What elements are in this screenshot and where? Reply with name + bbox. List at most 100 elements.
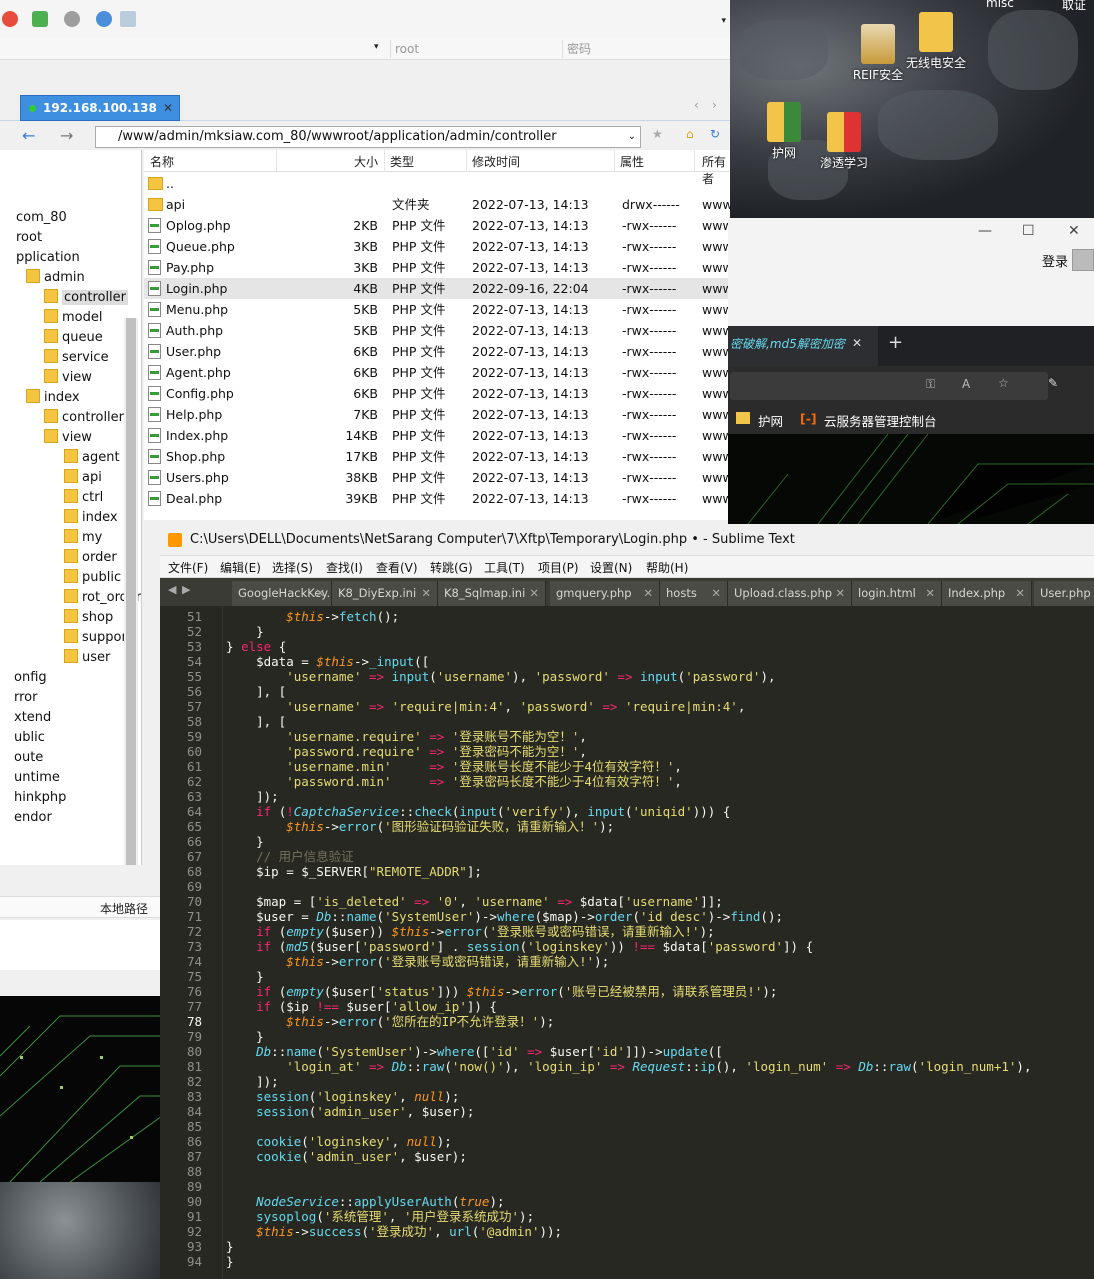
tree-item[interactable]: queue <box>44 328 103 348</box>
chevron-down-icon[interactable]: ▾ <box>721 16 726 26</box>
menu-item[interactable]: 查看(V) <box>376 559 418 576</box>
file-row[interactable]: Help.php 7KB PHP 文件 2022-07-13, 14:13 -rwx--… <box>144 404 730 425</box>
editor-tab[interactable]: K8_DiyExp.ini ✕ <box>332 581 438 606</box>
file-row[interactable]: Shop.php 17KB PHP 文件 2022-07-13, 14:13 -rwx-… <box>144 446 730 467</box>
tab-prev-icon[interactable]: ‹ <box>694 98 699 112</box>
minimize-button[interactable]: — <box>978 223 992 239</box>
tree-item[interactable]: onfig <box>14 668 47 688</box>
swirl-icon[interactable] <box>2 11 18 27</box>
col-divider[interactable] <box>384 150 385 172</box>
tree-item[interactable]: view <box>44 428 92 448</box>
close-icon[interactable]: ✕ <box>163 96 173 120</box>
tree-item[interactable]: model <box>44 308 102 328</box>
login-link[interactable]: 登录 <box>1042 251 1068 270</box>
file-row[interactable]: Users.php 38KB PHP 文件 2022-07-13, 14:13 -rwx… <box>144 467 730 488</box>
file-row[interactable]: Pay.php 3KB PHP 文件 2022-07-13, 14:13 -rwx---… <box>144 257 730 278</box>
chevron-down-icon[interactable]: ▾ <box>374 42 379 52</box>
editor-tab[interactable]: gmquery.php ✕ <box>550 581 660 606</box>
menu-item[interactable]: 项目(P) <box>538 559 579 576</box>
tree-scrollbar[interactable] <box>124 318 138 865</box>
close-icon[interactable]: ✕ <box>711 581 721 606</box>
menu-item[interactable]: 设置(N) <box>590 559 632 576</box>
path-input[interactable]: /www/admin/mksiaw.com_80/wwwroot/applica… <box>95 126 641 148</box>
xshell-icon[interactable] <box>32 11 48 27</box>
file-row[interactable]: .. <box>144 173 730 194</box>
editor-tab[interactable]: Upload.class.php ✕ <box>728 581 852 606</box>
bookmark-cloud-console[interactable]: 云服务器管理控制台 <box>824 411 937 430</box>
menu-item[interactable]: 选择(S) <box>272 559 313 576</box>
desktop-label-misc[interactable]: misc <box>986 0 1014 10</box>
close-icon[interactable]: ✕ <box>643 581 653 606</box>
tree-item[interactable]: agent <box>64 448 120 468</box>
tree-item[interactable]: controller <box>44 408 124 428</box>
col-size[interactable]: 大小 <box>354 153 378 170</box>
file-row[interactable]: Login.php 4KB PHP 文件 2022-09-16, 22:04 -rwx-… <box>144 278 730 299</box>
close-button[interactable]: ✕ <box>1068 223 1080 239</box>
file-row[interactable]: User.php 6KB PHP 文件 2022-07-13, 14:13 -rwx--… <box>144 341 730 362</box>
code-editor[interactable]: 51 $this->fetch(); 52 } 53} else {54 $data… <box>160 606 1094 1279</box>
tab-scroll-left-icon[interactable]: ◀ <box>168 583 176 596</box>
tree-item[interactable]: hinkphp <box>14 788 66 808</box>
col-divider[interactable] <box>276 150 277 172</box>
chevron-down-icon[interactable]: ⌄ <box>628 127 636 147</box>
editor-tab[interactable]: User.php <box>1034 581 1094 606</box>
tree-item[interactable]: index <box>64 508 118 528</box>
tree-item[interactable]: pplication <box>16 248 80 268</box>
desktop-icon-radio-security[interactable]: 无线电安全 <box>896 12 976 71</box>
close-icon[interactable]: ✕ <box>835 581 845 606</box>
menu-item[interactable]: 文件(F) <box>168 559 208 576</box>
editor-tab[interactable]: GoogleHackKey.in ✕ <box>232 581 332 606</box>
menu-item[interactable]: 工具(T) <box>484 559 525 576</box>
tree-item[interactable]: ctrl <box>64 488 103 508</box>
tab-scroll-right-icon[interactable]: ▶ <box>182 583 190 596</box>
close-icon[interactable]: ✕ <box>315 581 325 606</box>
file-row[interactable]: api 文件夹 2022-07-13, 14:13 drwx------ www <box>144 194 730 215</box>
favorite-add-icon[interactable]: ☆ <box>998 376 1009 390</box>
desktop-label-forensics[interactable]: 取证 <box>1062 0 1086 13</box>
tree-item[interactable]: ublic <box>14 728 45 748</box>
back-icon[interactable]: ← <box>22 126 35 145</box>
close-icon[interactable]: ✕ <box>852 336 862 350</box>
editor-tab[interactable]: login.html ✕ <box>852 581 942 606</box>
col-name[interactable]: 名称 <box>150 153 174 170</box>
col-type[interactable]: 类型 <box>390 153 414 170</box>
chat-icon[interactable] <box>120 11 136 27</box>
tree-item[interactable]: xtend <box>14 708 51 728</box>
file-row[interactable]: Deal.php 39KB PHP 文件 2022-07-13, 14:13 -rwx-… <box>144 488 730 509</box>
bookmark-huwang[interactable]: 护网 <box>758 411 783 430</box>
key-icon[interactable]: ⚿ <box>926 377 935 392</box>
editor-tab[interactable]: hosts ✕ <box>660 581 728 606</box>
tree-item[interactable]: controller <box>44 288 129 308</box>
col-divider[interactable] <box>694 150 695 172</box>
gear-icon[interactable] <box>64 11 80 27</box>
close-icon[interactable]: ✕ <box>421 581 431 606</box>
tab-next-icon[interactable]: › <box>712 98 717 112</box>
refresh-icon[interactable]: ↻ <box>710 127 720 141</box>
file-row[interactable]: Menu.php 5KB PHP 文件 2022-07-13, 14:13 -rwx--… <box>144 299 730 320</box>
close-icon[interactable]: ✕ <box>529 581 539 606</box>
file-row[interactable]: Queue.php 3KB PHP 文件 2022-07-13, 14:13 -rwx-… <box>144 236 730 257</box>
desktop-icon-pentest[interactable]: 渗透学习 <box>804 112 884 171</box>
tree-item[interactable]: view <box>44 368 92 388</box>
file-row[interactable]: Agent.php 6KB PHP 文件 2022-07-13, 14:13 -rwx-… <box>144 362 730 383</box>
tree-item[interactable]: endor <box>14 808 52 828</box>
menu-item[interactable]: 查找(I) <box>326 559 363 576</box>
tree-item[interactable]: api <box>64 468 102 488</box>
file-row[interactable]: Config.php 6KB PHP 文件 2022-07-13, 14:13 -rwx… <box>144 383 730 404</box>
avatar[interactable] <box>1072 249 1094 271</box>
local-path-header[interactable]: 本地路径 <box>100 900 148 917</box>
file-row[interactable]: Index.php 14KB PHP 文件 2022-07-13, 14:13 -rwx… <box>144 425 730 446</box>
close-icon[interactable]: ✕ <box>925 581 935 606</box>
col-divider[interactable] <box>466 150 467 172</box>
tree-item[interactable]: order <box>64 548 117 568</box>
col-mtime[interactable]: 修改时间 <box>472 153 520 170</box>
maximize-button[interactable]: ☐ <box>1022 223 1035 239</box>
tree-item[interactable]: service <box>44 348 109 368</box>
forward-icon[interactable]: → <box>60 126 73 145</box>
new-tab-icon[interactable]: + <box>888 332 903 353</box>
tree-item[interactable]: user <box>64 648 110 668</box>
password-field[interactable]: 密码 <box>562 40 728 58</box>
extension-icon[interactable]: ✎ <box>1048 376 1058 390</box>
file-row[interactable]: Oplog.php 2KB PHP 文件 2022-07-13, 14:13 -rwx-… <box>144 215 730 236</box>
scrollbar-thumb[interactable] <box>126 318 136 865</box>
